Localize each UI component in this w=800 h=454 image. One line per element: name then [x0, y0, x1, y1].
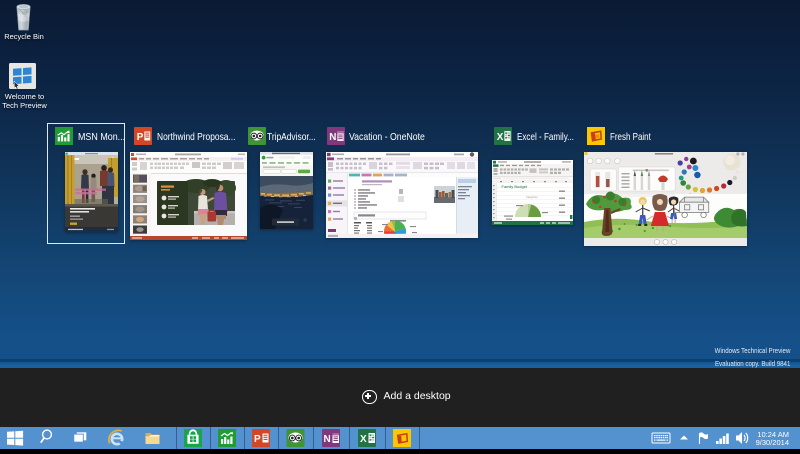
- svg-text:X: X: [497, 132, 504, 143]
- svg-text:X: X: [360, 434, 367, 445]
- svg-text:N: N: [324, 434, 331, 445]
- svg-text:Family Budget: Family Budget: [502, 184, 528, 189]
- svg-text:P: P: [254, 434, 261, 445]
- svg-text:Categories: Categories: [526, 196, 538, 199]
- svg-text:P: P: [136, 132, 143, 143]
- svg-text:N: N: [329, 132, 336, 143]
